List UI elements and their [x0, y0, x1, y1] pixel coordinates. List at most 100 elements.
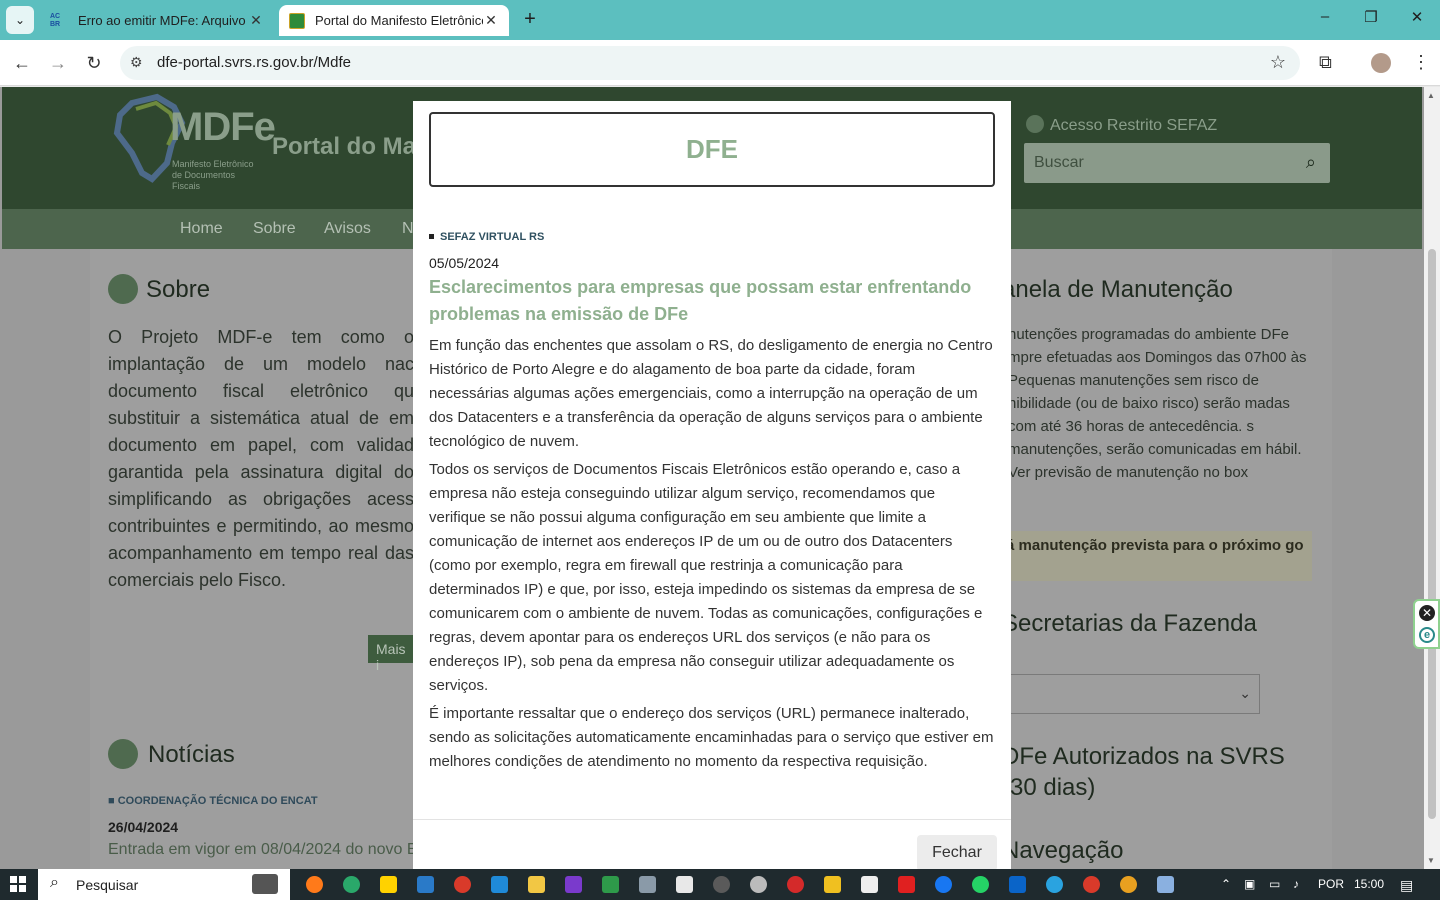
- address-bar[interactable]: ⚙ dfe-portal.svrs.rs.gov.br/Mdfe ☆: [120, 46, 1300, 80]
- janela-title: anela de Manutenção: [1002, 276, 1233, 303]
- camera-icon: [252, 874, 278, 894]
- logo-text: MDFe: [170, 105, 276, 149]
- modal-category[interactable]: SEFAZ VIRTUAL RS: [429, 231, 544, 243]
- news-category-label: COORDENAÇÃO TÉCNICA DO ENCAT: [117, 795, 318, 807]
- nav-next[interactable]: N: [402, 220, 414, 238]
- lock-icon: [1026, 115, 1044, 133]
- modal-paragraph-2: Todos os serviços de Documentos Fiscais …: [429, 461, 983, 694]
- facebook-icon[interactable]: [935, 876, 952, 893]
- notes-app-icon[interactable]: [824, 876, 841, 893]
- reload-icon[interactable]: ↻: [81, 50, 107, 76]
- sticky-notes-icon[interactable]: [380, 876, 397, 893]
- browser-tab-bar: ⌄ AC BR Erro ao emitir MDFe: Arquivo e ✕…: [0, 0, 1440, 40]
- e-circle-icon[interactable]: e: [1419, 627, 1435, 643]
- close-window-button[interactable]: ✕: [1402, 8, 1432, 32]
- chrome-icon[interactable]: [1083, 876, 1100, 893]
- newspaper-icon: [108, 739, 138, 769]
- dx-app-icon[interactable]: [787, 876, 804, 893]
- secretarias-select[interactable]: ⌄: [1002, 674, 1260, 714]
- tab-close-icon[interactable]: ✕: [483, 12, 499, 29]
- news-title-link[interactable]: Entrada em vigor em 08/04/2024 do novo E: [108, 841, 418, 859]
- sobre-title: Sobre: [146, 276, 211, 303]
- store-icon[interactable]: [417, 876, 434, 893]
- youtube-icon[interactable]: [898, 876, 915, 893]
- restricted-access-link[interactable]: Acesso Restrito SEFAZ: [1026, 115, 1217, 135]
- navegacao-title: Navegação: [1002, 837, 1124, 864]
- news-date: 26/04/2024: [108, 819, 179, 835]
- page-scrollbar[interactable]: ▲ ▼: [1424, 87, 1440, 869]
- nav-home[interactable]: Home: [180, 220, 223, 238]
- browser-toolbar: ← → ↻ ⚙ dfe-portal.svrs.rs.gov.br/Mdfe ☆…: [0, 40, 1440, 86]
- new-tab-button[interactable]: +: [518, 8, 542, 32]
- tab-search-dropdown[interactable]: ⌄: [6, 6, 34, 34]
- mail-icon[interactable]: [491, 876, 508, 893]
- tab-title: Erro ao emitir MDFe: Arquivo e: [78, 13, 248, 28]
- site-info-icon[interactable]: ⚙: [130, 54, 143, 71]
- noticias-title: Notícias: [148, 741, 235, 768]
- firefox-icon[interactable]: [306, 876, 323, 893]
- site-search-input[interactable]: Buscar ⌕: [1024, 143, 1330, 183]
- calendar-icon[interactable]: [676, 876, 693, 893]
- floating-extension-widget: ✕ e: [1413, 599, 1440, 649]
- logo-subtitle: Manifesto Eletrônico de Documentos Fisca…: [172, 159, 254, 191]
- menu-kebab-icon[interactable]: ⋮: [1412, 52, 1430, 73]
- file-explorer-icon[interactable]: [528, 876, 545, 893]
- modal-footer-divider: [413, 819, 1011, 820]
- modal-header-text: DFE: [686, 134, 738, 164]
- camera-app-icon[interactable]: [639, 876, 656, 893]
- back-arrow-icon[interactable]: ←: [9, 50, 35, 76]
- nav-sobre[interactable]: Sobre: [253, 220, 296, 238]
- secretarias-title: Secretarias da Fazenda: [1002, 610, 1257, 637]
- maintenance-note: á manutenção prevista para o próximo go: [1002, 531, 1312, 581]
- chevron-down-icon: ⌄: [1239, 685, 1251, 701]
- modal-title[interactable]: Esclarecimentos para empresas que possam…: [429, 274, 995, 328]
- cloud-icon[interactable]: [750, 876, 767, 893]
- search-placeholder: Buscar: [1034, 154, 1084, 171]
- settings-icon[interactable]: [713, 876, 730, 893]
- search-icon: ⌕: [50, 874, 59, 891]
- clock[interactable]: 15:00: [1354, 877, 1384, 891]
- search-icon[interactable]: ⌕: [1306, 152, 1316, 173]
- sheets-icon[interactable]: [602, 876, 619, 893]
- sobre-text: O Projeto MDF-e tem como o implantação d…: [108, 327, 414, 590]
- close-circle-icon[interactable]: ✕: [1419, 605, 1435, 621]
- dfe-modal-dialog: DFE SEFAZ VIRTUAL RS 05/05/2024 Esclarec…: [413, 101, 1011, 869]
- telegram-icon[interactable]: [1046, 876, 1063, 893]
- taskbar-search-box[interactable]: ⌕ Pesquisar: [38, 869, 290, 900]
- tray-overflow-icon[interactable]: ⌃: [1221, 877, 1231, 891]
- browser-tab-portal[interactable]: Portal do Manifesto Eletrônico ✕: [279, 5, 509, 36]
- restricted-access-label: Acesso Restrito SEFAZ: [1050, 117, 1218, 134]
- photos-icon[interactable]: [861, 876, 878, 893]
- profile-avatar[interactable]: [1371, 53, 1391, 73]
- meet-icon[interactable]: ▣: [1244, 877, 1255, 891]
- scroll-thumb[interactable]: [1428, 249, 1436, 819]
- notifications-icon[interactable]: ▤: [1400, 877, 1413, 894]
- modal-paragraph-3: É importante ressaltar que o endereço do…: [429, 705, 994, 770]
- minimize-button[interactable]: –: [1310, 8, 1340, 32]
- fechar-button[interactable]: Fechar: [917, 835, 997, 869]
- whatsapp-icon[interactable]: [972, 876, 989, 893]
- janela-text: nutenções programadas do ambiente DFe mp…: [1008, 326, 1307, 481]
- tab-close-icon[interactable]: ✕: [248, 12, 264, 29]
- network-icon[interactable]: ▭: [1269, 877, 1280, 891]
- maximize-button[interactable]: ❐: [1356, 8, 1386, 32]
- scroll-down-arrow-icon[interactable]: ▼: [1427, 856, 1435, 865]
- chrome-profile-icon[interactable]: [1120, 876, 1137, 893]
- app-grid-icon[interactable]: [565, 876, 582, 893]
- forward-arrow-icon[interactable]: →: [45, 50, 71, 76]
- browser-tab-erro[interactable]: AC BR Erro ao emitir MDFe: Arquivo e ✕: [40, 5, 274, 36]
- notepad-icon[interactable]: [1157, 876, 1174, 893]
- outlook-icon[interactable]: [1009, 876, 1026, 893]
- volume-icon[interactable]: ♪: [1293, 877, 1299, 891]
- windows-start-icon[interactable]: [10, 876, 26, 892]
- url-text[interactable]: dfe-portal.svrs.rs.gov.br/Mdfe: [157, 54, 351, 71]
- edge-icon[interactable]: [343, 876, 360, 893]
- acbr-favicon-icon: AC BR: [50, 12, 61, 28]
- nav-avisos[interactable]: Avisos: [324, 220, 371, 238]
- bookmark-star-icon[interactable]: ☆: [1270, 52, 1286, 73]
- modal-paragraph-1: Em função das enchentes que assolam o RS…: [429, 337, 993, 450]
- chrome-icon[interactable]: [454, 876, 471, 893]
- language-indicator[interactable]: POR: [1318, 877, 1344, 891]
- scroll-up-arrow-icon[interactable]: ▲: [1427, 91, 1435, 100]
- extensions-icon[interactable]: ⧉: [1319, 52, 1332, 73]
